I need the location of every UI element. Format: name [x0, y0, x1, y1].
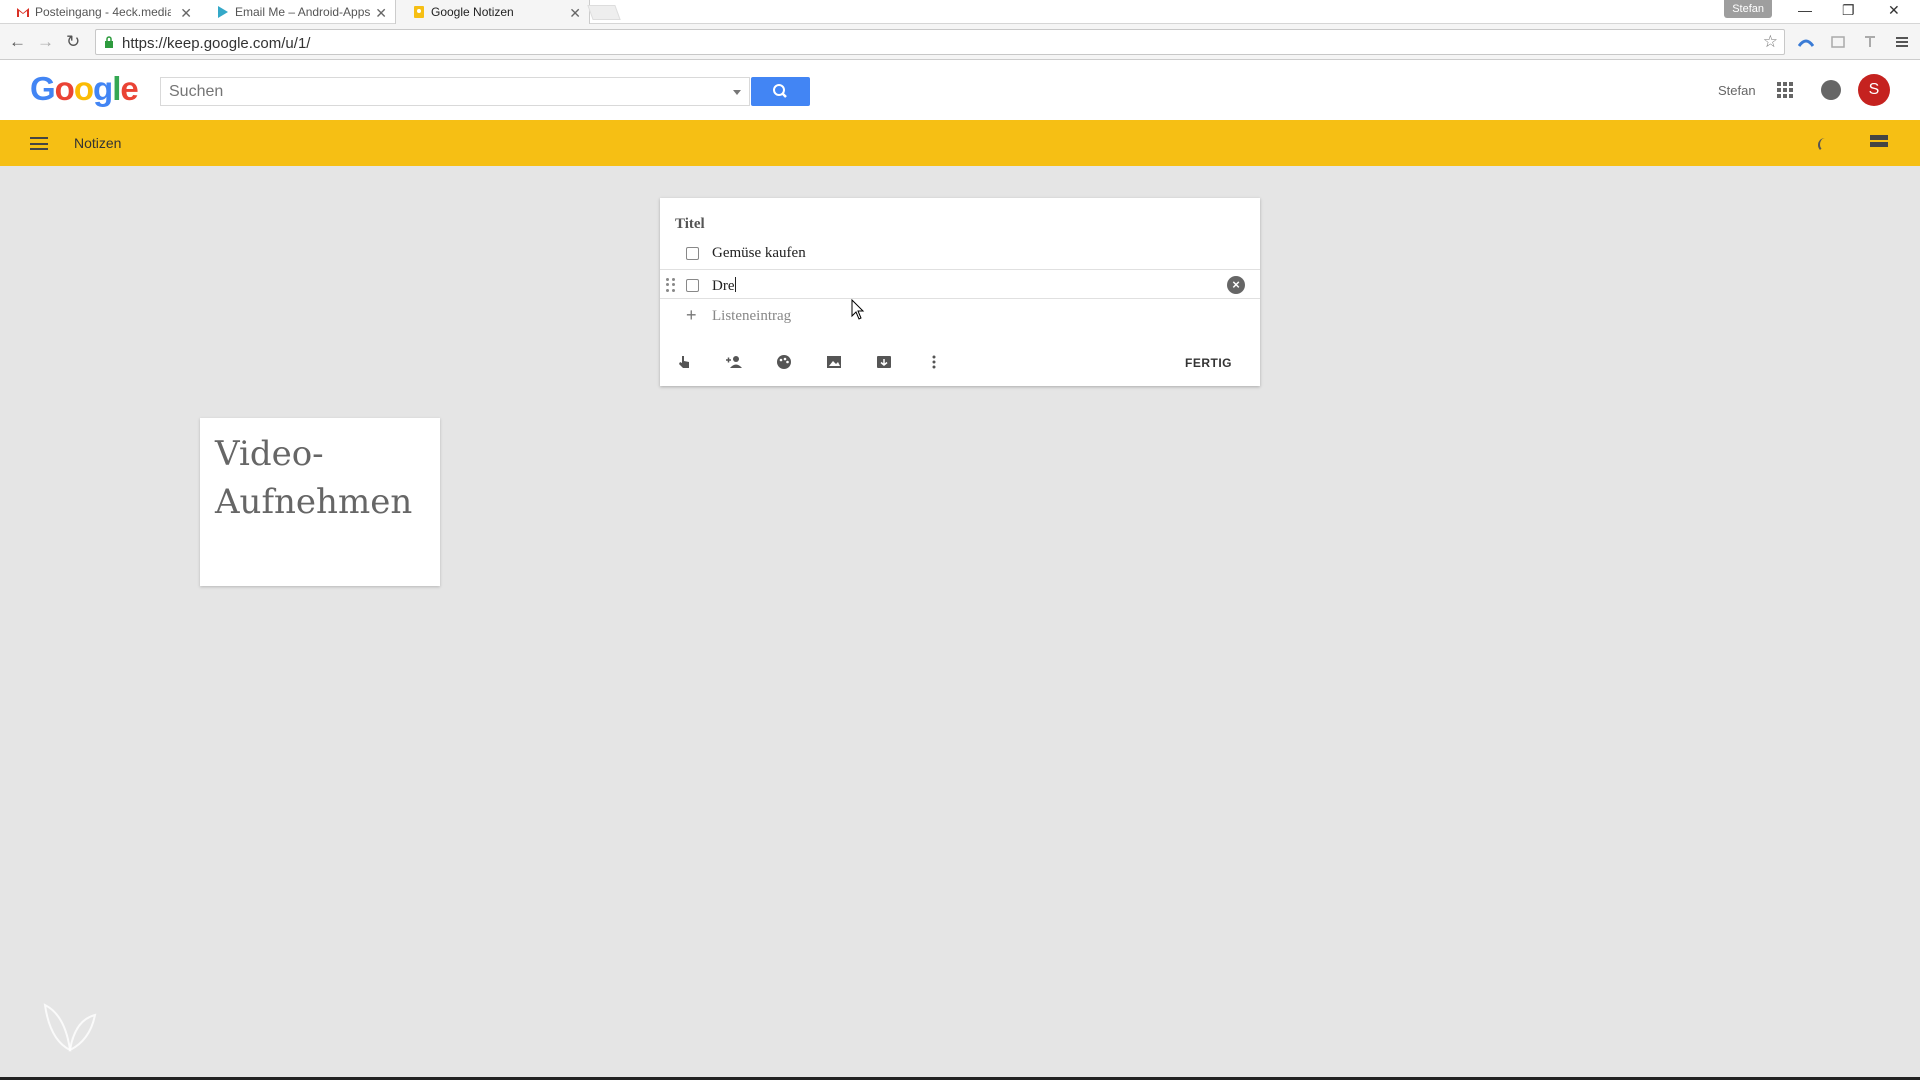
extension-icon[interactable]: [1862, 34, 1878, 50]
lock-icon: [105, 36, 113, 48]
app-title: Notizen: [74, 135, 122, 151]
gmail-icon: [16, 5, 30, 19]
collaborator-icon[interactable]: [725, 354, 743, 370]
forward-icon[interactable]: →: [37, 32, 54, 52]
minimize-icon[interactable]: —: [1798, 2, 1812, 18]
apps-grid-icon[interactable]: [1777, 82, 1793, 98]
browser-tabstrip: Posteingang - 4eck.media ✕ Email Me – An…: [0, 0, 1920, 24]
address-bar-row: ← → ↻ https://keep.google.com/u/1/ ☆: [0, 24, 1920, 60]
extension-icon[interactable]: [1798, 34, 1814, 50]
google-header: Google Stefan S: [0, 60, 1920, 120]
search-button[interactable]: [751, 77, 810, 106]
avatar[interactable]: S: [1858, 74, 1890, 106]
drag-handle-icon[interactable]: [666, 278, 676, 292]
reload-icon[interactable]: ↻: [66, 32, 80, 52]
archive-icon[interactable]: [875, 354, 893, 370]
list-item-active[interactable]: Dre ×: [660, 269, 1260, 299]
note-title-input[interactable]: Titel: [675, 216, 705, 233]
tab-title: Email Me – Android-Apps: [235, 5, 371, 19]
user-name[interactable]: Stefan: [1718, 83, 1756, 98]
item-checkbox[interactable]: [686, 247, 699, 260]
browser-tab-gmail[interactable]: Posteingang - 4eck.media ✕: [0, 0, 200, 24]
loading-spinner-icon: [1818, 138, 1832, 152]
new-tab-button[interactable]: [587, 5, 621, 20]
close-tab-icon[interactable]: ✕: [569, 5, 581, 22]
editor-toolbar: FERTIG: [660, 348, 1260, 378]
profile-badge[interactable]: Stefan: [1724, 0, 1772, 18]
note-editor: Titel Gemüse kaufen Dre × + Listeneintra…: [660, 198, 1260, 386]
search-icon: [773, 84, 787, 98]
search-box: [160, 77, 750, 106]
google-logo[interactable]: Google: [30, 70, 139, 108]
tab-title: Posteingang - 4eck.media: [35, 5, 171, 19]
chrome-menu-icon[interactable]: [1894, 34, 1910, 50]
browser-tab-play[interactable]: Email Me – Android-Apps ✕: [200, 0, 395, 24]
search-options-dropdown-icon[interactable]: [733, 90, 741, 95]
main-menu-icon[interactable]: [30, 137, 48, 150]
more-options-icon[interactable]: [925, 354, 943, 370]
play-store-icon: [216, 5, 230, 19]
item-checkbox[interactable]: [686, 279, 699, 292]
tab-title: Google Notizen: [431, 5, 514, 19]
note-text: Video-Aufnehmen: [215, 434, 413, 522]
notifications-bell-icon[interactable]: [1821, 80, 1841, 100]
keep-icon: [412, 5, 426, 19]
back-icon[interactable]: ←: [9, 32, 26, 52]
search-input[interactable]: [161, 78, 701, 105]
image-icon[interactable]: [825, 354, 843, 370]
extension-icon[interactable]: [1830, 34, 1846, 50]
keep-app-bar: Notizen: [0, 120, 1920, 166]
list-item-input[interactable]: Dre: [712, 277, 736, 295]
mouse-cursor-icon: [851, 299, 865, 320]
bookmark-star-icon[interactable]: ☆: [1763, 32, 1778, 52]
restore-icon[interactable]: ❐: [1842, 2, 1855, 19]
close-tab-icon[interactable]: ✕: [180, 5, 192, 22]
reminder-icon[interactable]: [675, 354, 693, 370]
add-item-placeholder[interactable]: Listeneintrag: [712, 308, 791, 325]
delete-item-icon[interactable]: ×: [1227, 276, 1245, 294]
browser-tab-keep[interactable]: Google Notizen ✕: [395, 0, 590, 24]
list-item[interactable]: Gemüse kaufen: [660, 238, 1260, 268]
color-palette-icon[interactable]: [775, 354, 793, 370]
close-tab-icon[interactable]: ✕: [375, 5, 387, 22]
note-card[interactable]: Video-Aufnehmen: [200, 418, 440, 586]
url-text: https://keep.google.com/u/1/: [122, 35, 311, 52]
close-window-icon[interactable]: ✕: [1888, 2, 1900, 19]
butterfly-watermark-icon: [43, 1003, 97, 1052]
omnibox[interactable]: https://keep.google.com/u/1/ ☆: [95, 29, 1785, 55]
list-view-toggle-icon[interactable]: [1870, 135, 1888, 149]
plus-icon: +: [686, 305, 697, 325]
add-list-item[interactable]: + Listeneintrag: [660, 301, 1260, 331]
list-item-text[interactable]: Gemüse kaufen: [712, 245, 806, 262]
done-button[interactable]: FERTIG: [1185, 356, 1232, 370]
